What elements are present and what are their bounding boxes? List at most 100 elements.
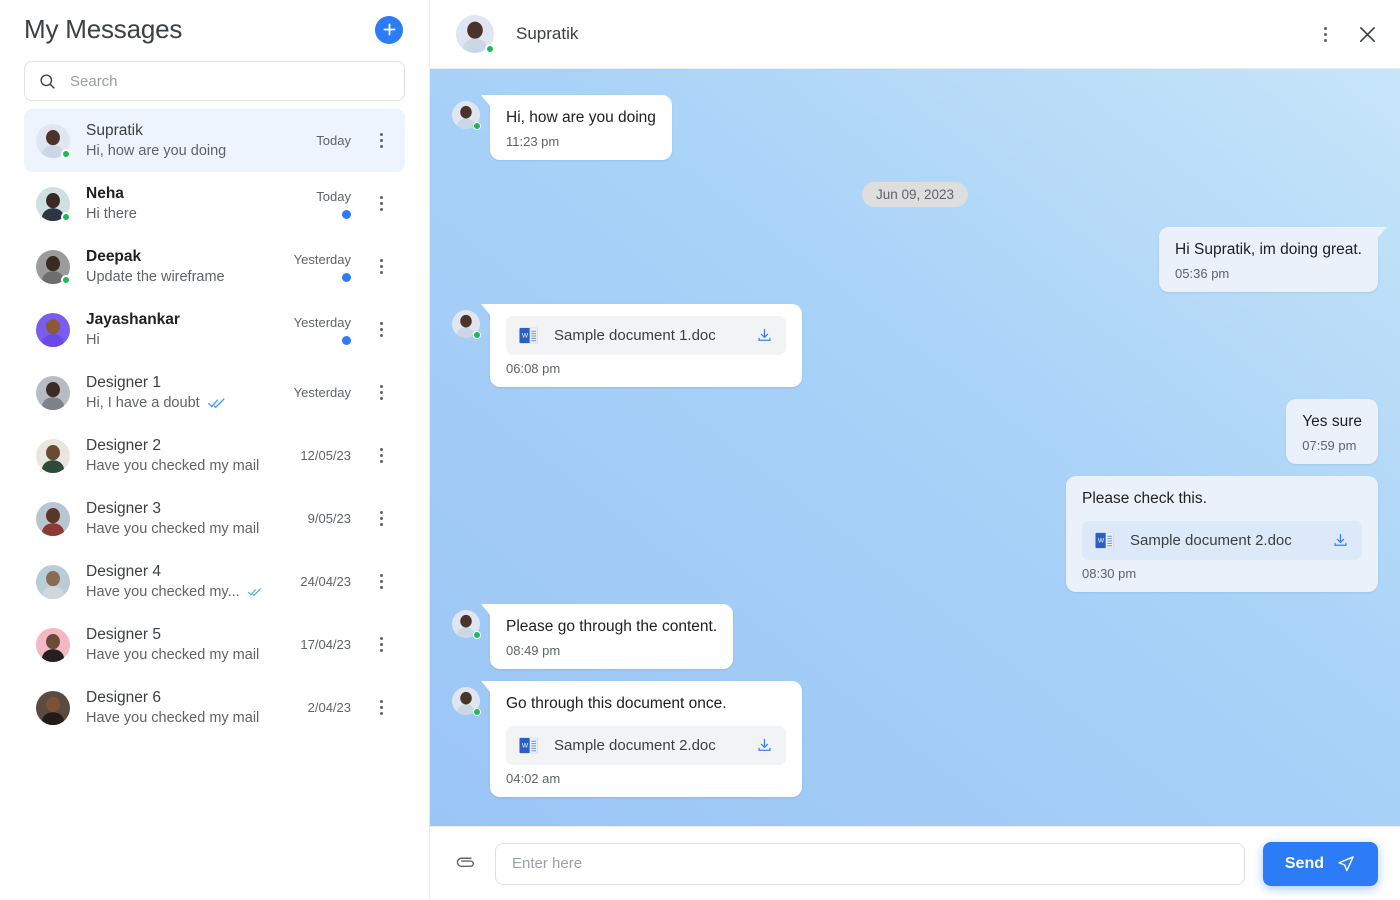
conversation-item[interactable]: Designer 5 Have you checked my mail 17/04/… — [24, 613, 405, 676]
conversation-text: Designer 2 Have you checked my mail — [86, 436, 261, 476]
conversation-item[interactable]: Designer 4 Have you checked my... 24/04/23 — [24, 550, 405, 613]
avatar — [36, 438, 70, 473]
conversation-item[interactable]: Designer 2 Have you checked my mail 12/05/… — [24, 424, 405, 487]
document-filename: Sample document 1.doc — [554, 327, 716, 344]
conversation-item[interactable]: Neha Hi there Today — [24, 172, 405, 235]
conversation-text: Designer 5 Have you checked my mail — [86, 625, 261, 665]
conversation-menu-button[interactable] — [371, 322, 391, 337]
conversation-menu-button[interactable] — [371, 448, 391, 463]
online-status-dot — [473, 331, 481, 339]
search-icon — [40, 73, 55, 89]
download-button[interactable] — [756, 327, 773, 344]
conversation-item[interactable]: Deepak Update the wireframe Yesterday — [24, 235, 405, 298]
conversation-name: Jayashankar — [86, 310, 180, 328]
download-button[interactable] — [1332, 532, 1349, 549]
conversation-timestamp: 12/05/23 — [300, 448, 351, 463]
download-button[interactable] — [756, 737, 773, 754]
message-text: Yes sure — [1302, 413, 1362, 430]
document-attachment[interactable]: W Sample document 2.doc — [1082, 521, 1362, 560]
conversation-meta: Yesterday — [277, 252, 351, 282]
conversation-preview-row: Hi, I have a doubt — [86, 393, 261, 413]
read-receipt-icon — [247, 587, 261, 596]
conversation-name: Designer 5 — [86, 625, 161, 643]
message-timestamp: 11:23 pm — [506, 134, 560, 149]
search-box[interactable] — [24, 61, 405, 101]
search-input[interactable] — [68, 71, 390, 91]
conversation-meta: 9/05/23 — [277, 511, 351, 526]
avatar — [36, 312, 70, 347]
conversation-name: Supratik — [86, 121, 143, 139]
download-icon — [758, 738, 771, 751]
conversation-text: Designer 4 Have you checked my... — [86, 562, 261, 602]
message-row: Hi, how are you doing 11:23 pm — [452, 95, 1378, 160]
avatar — [36, 186, 71, 222]
conversation-timestamp: Today — [316, 133, 351, 148]
conversation-item[interactable]: Designer 6 Have you checked my mail 2/04/2… — [24, 676, 405, 739]
message-bubble: Hi Supratik, im doing great. 05:36 pm — [1159, 227, 1387, 292]
conversation-item[interactable]: Jayashankar Hi Yesterday — [24, 298, 405, 361]
conversation-timestamp: Yesterday — [293, 314, 351, 330]
message-avatar — [452, 101, 481, 130]
conversation-text: Supratik Hi, how are you doing — [86, 121, 261, 161]
message-text: Go through this document once. — [506, 695, 727, 712]
conversation-item[interactable]: Designer 3 Have you checked my mail 9/05/2… — [24, 487, 405, 550]
close-chat-button[interactable] — [1357, 24, 1378, 45]
document-attachment[interactable]: W Sample document 1.doc — [506, 316, 786, 355]
online-status-dot — [473, 631, 481, 639]
message-row: Yes sure 07:59 pm — [452, 399, 1378, 464]
conversation-item[interactable]: Supratik Hi, how are you doing Today — [24, 109, 405, 172]
conversation-menu-button[interactable] — [371, 385, 391, 400]
conversation-preview: Hi, I have a doubt — [86, 394, 200, 411]
conversation-name: Designer 6 — [86, 688, 161, 706]
document-attachment[interactable]: W Sample document 2.doc — [506, 726, 786, 765]
conversation-preview-row: Hi, how are you doing — [86, 141, 261, 161]
message-bubble: Yes sure 07:59 pm — [1286, 399, 1378, 464]
message-bubble: Hi, how are you doing 11:23 pm — [481, 95, 672, 160]
message-thread[interactable]: Hi, how are you doing 11:23 pm Jun 09, 202… — [430, 69, 1400, 826]
message-timestamp: 07:59 pm — [1302, 438, 1357, 453]
chat-menu-button[interactable] — [1315, 26, 1335, 42]
unread-badge — [342, 335, 351, 345]
read-receipt-icon — [207, 397, 225, 408]
new-message-button[interactable] — [375, 15, 403, 44]
conversation-menu-button[interactable] — [371, 511, 391, 526]
online-status-dot — [61, 274, 71, 285]
message-row: Please check this. W Sample document 2.doc… — [452, 476, 1378, 592]
online-status-dot — [61, 148, 71, 159]
conversation-menu-button[interactable] — [371, 637, 391, 652]
conversation-preview: Have you checked my... — [86, 583, 240, 600]
message-row: W Sample document 1.doc 06:08 pm — [452, 304, 1378, 387]
conversation-text: Designer 6 Have you checked my mail — [86, 688, 261, 728]
conversation-timestamp: 9/05/23 — [307, 511, 351, 526]
conversation-timestamp: Yesterday — [293, 251, 351, 267]
conversation-list[interactable]: Supratik Hi, how are you doing Today Neha Hi… — [0, 109, 429, 900]
svg-text:W: W — [522, 332, 529, 339]
conversation-menu-button[interactable] — [371, 700, 391, 715]
unread-badge — [342, 209, 351, 219]
word-document-icon: W — [1095, 532, 1114, 549]
conversation-preview-row: Hi there — [86, 204, 261, 224]
avatar — [36, 123, 71, 159]
message-bubble: Go through this document once. W Sample do… — [481, 681, 802, 797]
conversation-name: Designer 2 — [86, 436, 161, 454]
message-input[interactable] — [495, 842, 1245, 885]
conversation-menu-button[interactable] — [371, 196, 391, 211]
plus-icon — [383, 23, 395, 36]
conversation-menu-button[interactable] — [371, 259, 391, 274]
message-avatar — [452, 310, 481, 339]
conversation-name: Designer 4 — [86, 562, 161, 580]
avatar — [36, 564, 70, 599]
attach-file-button[interactable] — [456, 853, 477, 874]
conversation-timestamp: Today — [316, 188, 351, 204]
conversation-item[interactable]: Designer 1 Hi, I have a doubt Yesterday — [24, 361, 405, 424]
conversation-menu-button[interactable] — [371, 133, 391, 148]
conversations-sidebar: My Messages Supratik Hi, how are you doin… — [0, 0, 430, 900]
conversation-preview-row: Have you checked my mail — [86, 456, 261, 476]
paperclip-icon — [456, 857, 474, 867]
send-button[interactable]: Send — [1262, 841, 1378, 886]
conversation-preview-row: Have you checked my mail — [86, 519, 261, 539]
conversation-meta: Yesterday — [277, 385, 351, 400]
conversation-preview-row: Update the wireframe — [86, 267, 261, 287]
conversation-menu-button[interactable] — [371, 574, 391, 589]
chat-peer-name: Supratik — [516, 24, 579, 43]
